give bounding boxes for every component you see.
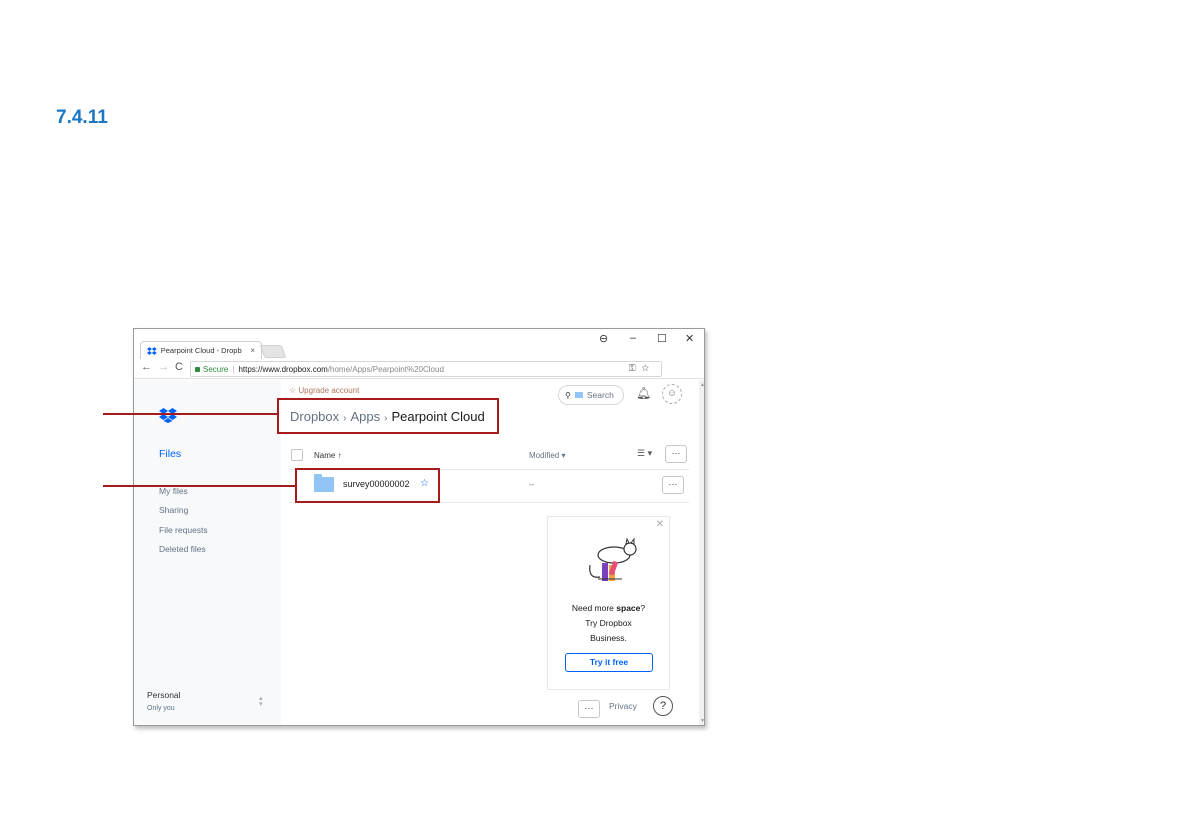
- search-button[interactable]: ⚲ Search: [558, 385, 624, 405]
- dropbox-favicon-icon: [147, 346, 157, 355]
- try-it-free-button[interactable]: Try it free: [565, 653, 653, 672]
- account-icon[interactable]: ⊖: [599, 332, 608, 345]
- header-more-button[interactable]: ···: [665, 445, 687, 463]
- dropbox-sidebar: Files My files Sharing File requests Del…: [134, 380, 281, 725]
- secure-label: Secure: [203, 364, 229, 374]
- callout-line-breadcrumb: [103, 413, 277, 415]
- url-separator: |: [232, 364, 235, 374]
- upgrade-link[interactable]: ☆ Upgrade account: [289, 386, 359, 395]
- sidebar-item-sharing[interactable]: Sharing: [159, 505, 188, 515]
- browser-titlebar: Pearpoint Cloud - Dropb × ⊖ – ☐ ✕: [134, 329, 704, 359]
- tab-title: Pearpoint Cloud - Dropb: [160, 346, 242, 355]
- url-host: https://www.dropbox.com: [238, 364, 328, 374]
- section-number: 7.4.11: [56, 107, 108, 128]
- column-name[interactable]: Name ↑: [314, 451, 342, 460]
- forward-icon[interactable]: →: [158, 361, 169, 373]
- list-view-icon[interactable]: ☰ ▾: [637, 448, 652, 459]
- search-label: Search: [586, 390, 614, 400]
- dropbox-logo-icon[interactable]: [159, 407, 177, 423]
- promo-line1-suffix: ?: [640, 603, 646, 613]
- new-tab-button[interactable]: [259, 345, 287, 358]
- promo-line1-prefix: Need more: [571, 603, 617, 613]
- callout-box-breadcrumb: [277, 398, 499, 434]
- tab-close-icon[interactable]: ×: [250, 346, 255, 355]
- browser-screenshot: Pearpoint Cloud - Dropb × ⊖ – ☐ ✕ ← → C …: [133, 328, 705, 726]
- address-bar[interactable]: Secure | https://www.dropbox.com/home/Ap…: [190, 361, 662, 377]
- maximize-icon[interactable]: ☐: [657, 332, 667, 345]
- row-more-button[interactable]: ···: [662, 476, 684, 494]
- account-subtitle: Only you: [147, 705, 175, 712]
- search-icon: ⚲: [565, 390, 571, 400]
- close-window-icon[interactable]: ✕: [685, 332, 694, 345]
- close-icon[interactable]: ✕: [656, 519, 664, 530]
- reload-icon[interactable]: C: [175, 361, 183, 373]
- back-icon[interactable]: ←: [141, 361, 152, 373]
- key-star-icons[interactable]: ⚿☆: [629, 363, 655, 374]
- scroll-up-icon[interactable]: ▲: [700, 382, 704, 388]
- lock-icon: [195, 366, 200, 372]
- file-modified: --: [529, 480, 535, 489]
- upgrade-promo-card: ✕ Need more space? Try Dropbox Business.: [547, 516, 670, 690]
- sidebar-item-deleted-files[interactable]: Deleted files: [159, 544, 206, 554]
- column-modified[interactable]: Modified ▾: [529, 451, 565, 460]
- document-page: 7.4.11 Pearpoint Cloud - Dropb × ⊖ – ☐ ✕: [0, 0, 1191, 839]
- bell-icon[interactable]: 🔔︎: [636, 386, 651, 400]
- minimize-icon[interactable]: –: [630, 332, 636, 344]
- promo-line1-bold: space: [616, 603, 641, 613]
- promo-line2: Try Dropbox: [585, 618, 632, 628]
- scrollbar[interactable]: ▲ ▼: [699, 380, 704, 725]
- cat-illustration-icon: [589, 537, 637, 581]
- help-button[interactable]: ?: [653, 696, 673, 716]
- callout-line-folder: [103, 485, 296, 487]
- callout-box-folder: [295, 468, 440, 503]
- scroll-down-icon[interactable]: ▼: [700, 718, 704, 724]
- sidebar-item-my-files[interactable]: My files: [159, 486, 188, 496]
- account-switch-icon[interactable]: ▴ ▾: [259, 695, 263, 708]
- promo-line3: Business.: [590, 633, 627, 643]
- promo-text: Need more space? Try Dropbox Business.: [548, 601, 669, 646]
- url-path: /home/Apps/Pearpoint%20Cloud: [327, 364, 444, 374]
- select-all-checkbox[interactable]: [291, 449, 303, 461]
- folder-scope-icon: [574, 392, 583, 398]
- sidebar-item-file-requests[interactable]: File requests: [159, 525, 208, 535]
- upgrade-label: Upgrade account: [298, 386, 360, 395]
- sidebar-item-files[interactable]: Files: [159, 448, 181, 460]
- avatar[interactable]: ☺: [662, 384, 682, 404]
- browser-tab[interactable]: Pearpoint Cloud - Dropb ×: [140, 341, 262, 359]
- privacy-link[interactable]: Privacy: [609, 701, 637, 711]
- account-name[interactable]: Personal: [147, 690, 181, 700]
- footer-more-button[interactable]: ···: [578, 700, 600, 718]
- browser-navbar: ← → C Secure | https://www.dropbox.com/h…: [134, 359, 704, 403]
